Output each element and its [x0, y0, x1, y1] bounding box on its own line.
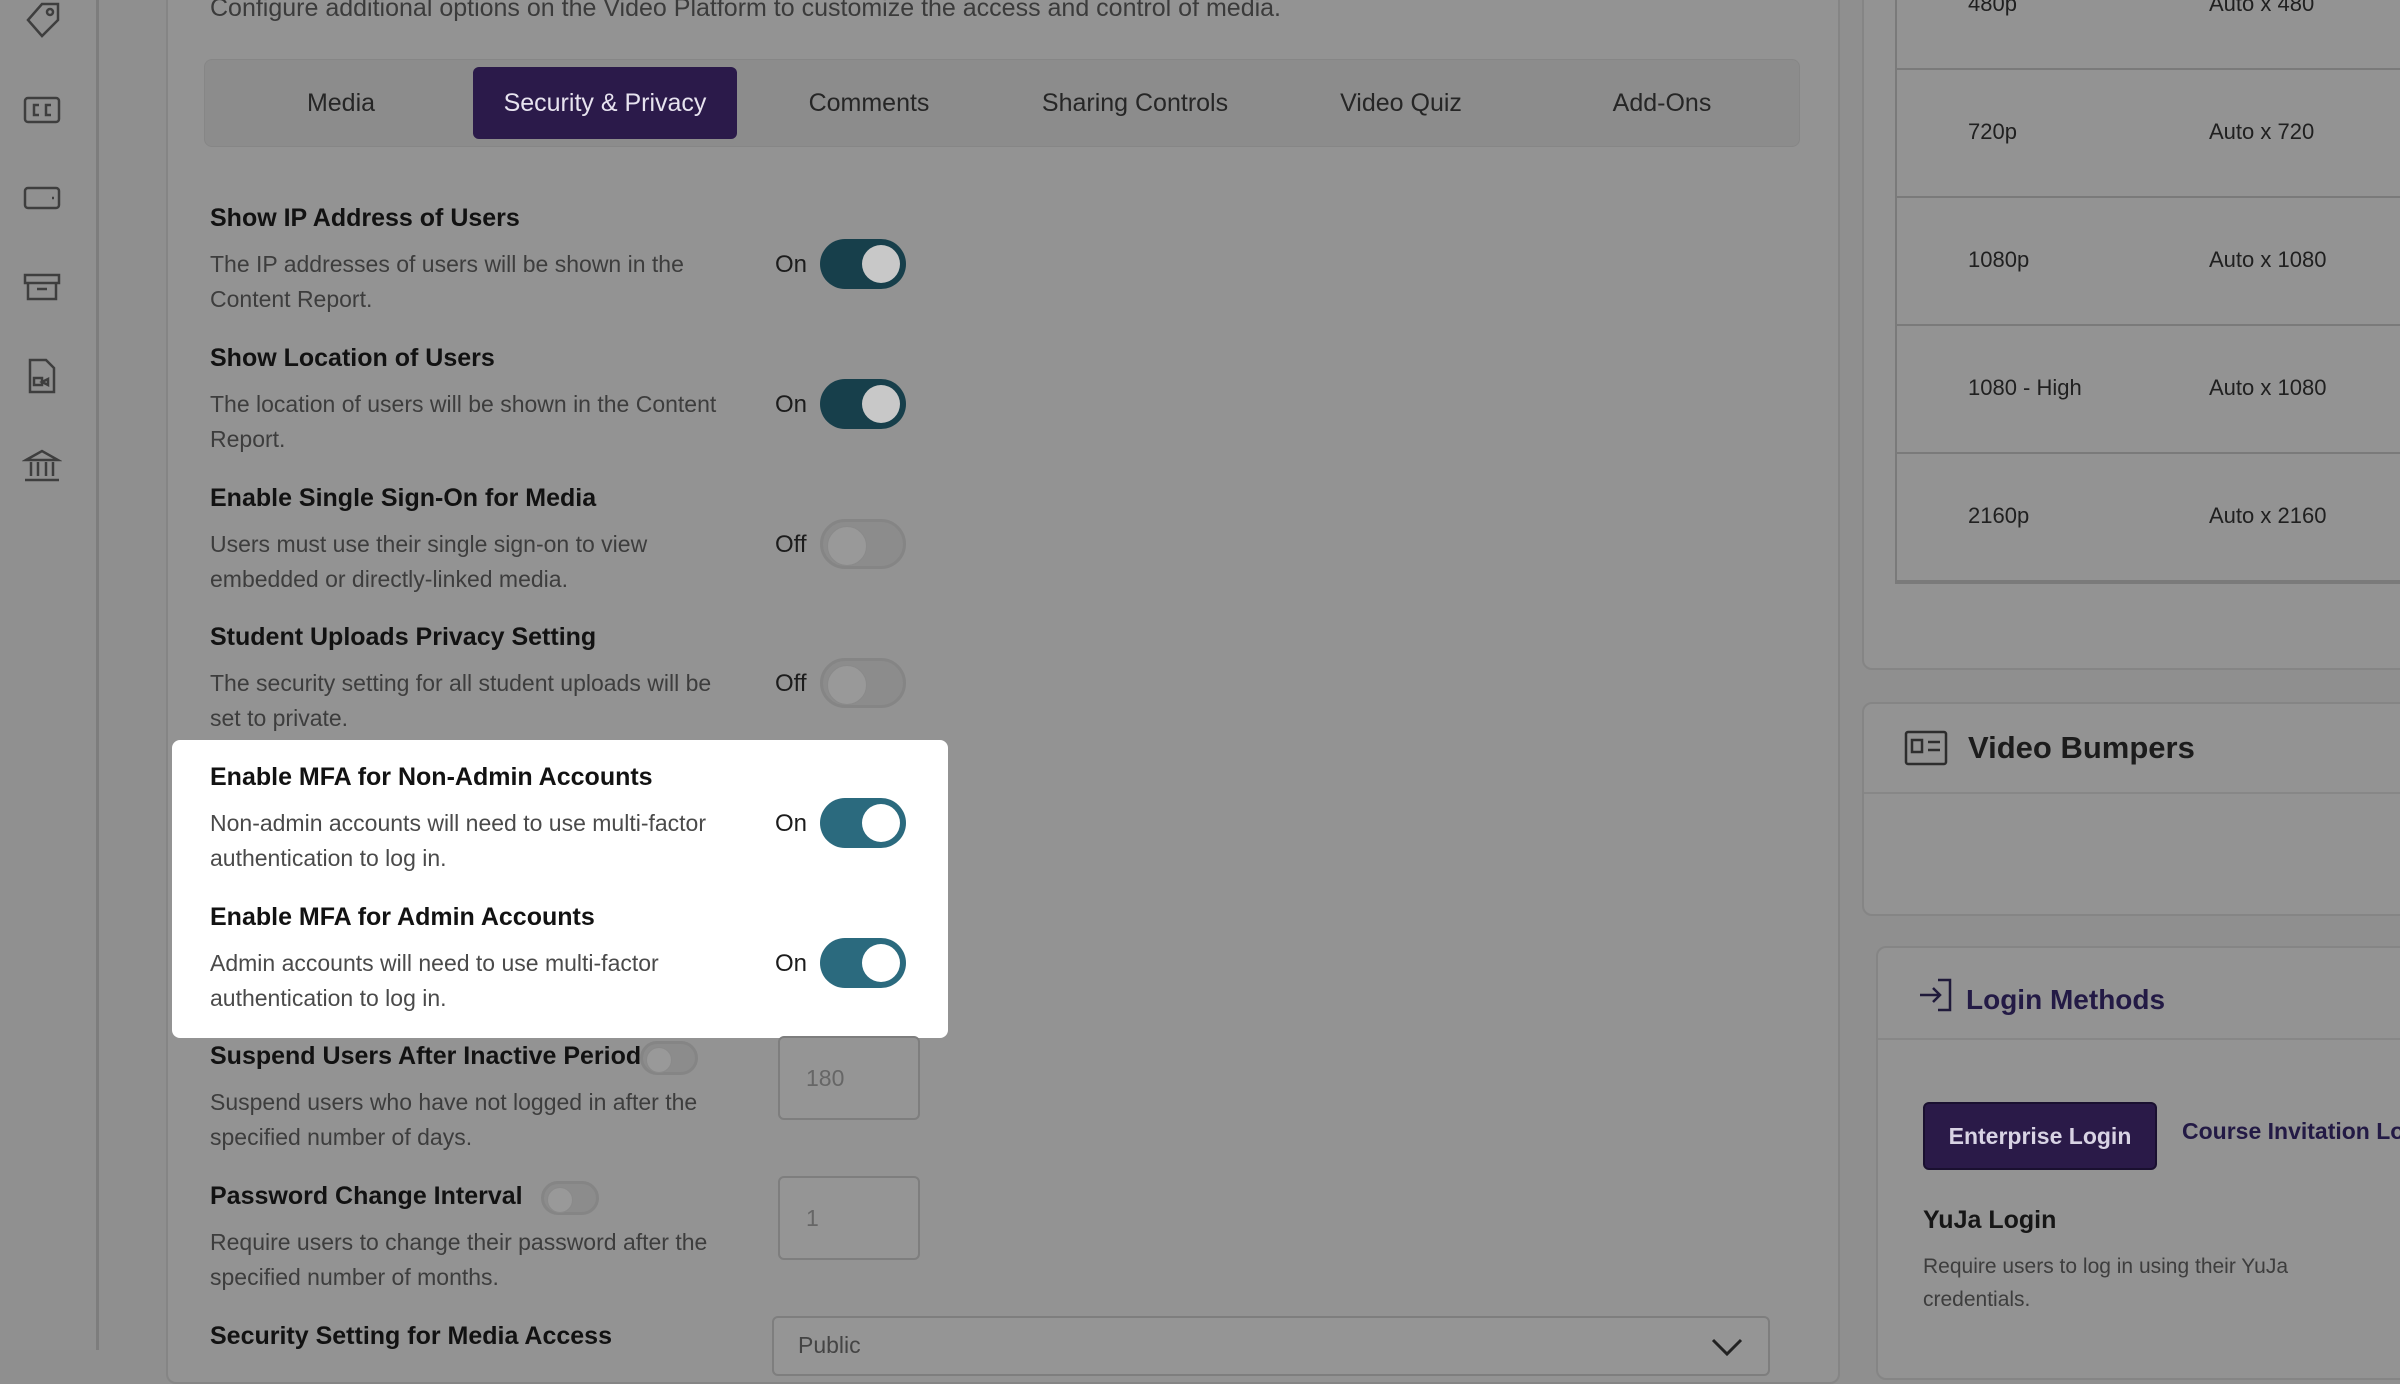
resolution-size: Auto x 1080	[2209, 247, 2327, 272]
setting-desc-mfa-non-admin: Non-admin accounts will need to use mult…	[210, 810, 707, 871]
setting-title-show-ip: Show IP Address of Users	[210, 204, 520, 232]
video-bumpers-card: Video Bumpers	[1862, 702, 2400, 916]
tab-sharing-controls[interactable]: Sharing Controls	[1001, 67, 1269, 139]
state-label-show-location: On	[775, 391, 808, 418]
login-methods-card: Login Methods Enterprise Login Course In…	[1876, 946, 2400, 1380]
state-label-mfa-non-admin: On	[775, 810, 808, 837]
login-methods-header: Login Methods	[1878, 948, 2400, 1040]
institution-icon[interactable]	[22, 446, 62, 486]
setting-desc-show-location: The location of users will be shown in t…	[210, 391, 717, 452]
table-row: 2160p Auto x 2160	[1896, 452, 2400, 582]
resolution-name: 1080p	[1968, 247, 2030, 272]
archive-icon[interactable]	[22, 267, 62, 307]
setting-desc-show-ip: The IP addresses of users will be shown …	[210, 251, 684, 312]
toggle-knob	[827, 526, 867, 566]
setting-desc-student-uploads: The security setting for all student upl…	[210, 670, 712, 731]
password-months-input[interactable]: 1	[778, 1176, 920, 1260]
table-row: 1080p Auto x 1080	[1896, 196, 2400, 326]
resolution-size: Auto x 720	[2209, 119, 2315, 144]
left-icon-rail	[0, 0, 99, 1350]
setting-title-sso: Enable Single Sign-On for Media	[210, 484, 597, 512]
toggle-mfa-admin[interactable]	[820, 938, 906, 988]
tab-media[interactable]: Media	[213, 67, 469, 139]
table-row: 480p Auto x 480	[1896, 0, 2400, 70]
setting-title-show-location: Show Location of Users	[210, 344, 495, 372]
toggle-knob	[646, 1047, 672, 1073]
setting-title-student-uploads: Student Uploads Privacy Setting	[210, 623, 597, 651]
toggle-suspend-users[interactable]	[640, 1041, 698, 1075]
toggle-show-location[interactable]	[820, 379, 906, 429]
setting-desc-password-interval: Require users to change their password a…	[210, 1229, 708, 1290]
document-icon[interactable]	[22, 356, 62, 396]
toggle-knob	[862, 804, 900, 842]
setting-title-mfa-admin: Enable MFA for Admin Accounts	[210, 903, 595, 931]
setting-title-media-access: Security Setting for Media Access	[210, 1322, 612, 1350]
toggle-knob	[547, 1187, 573, 1213]
resolution-name: 480p	[1968, 0, 2017, 16]
setting-desc-suspend-users: Suspend users who have not logged in aft…	[210, 1089, 698, 1150]
id-card-icon	[1904, 728, 1948, 768]
setting-desc-sso: Users must use their single sign-on to v…	[210, 531, 648, 592]
resolution-name: 2160p	[1968, 503, 2030, 528]
resolution-size: Auto x 480	[2209, 0, 2315, 16]
chevron-down-icon	[1711, 1338, 1743, 1357]
tab-comments[interactable]: Comments	[741, 67, 997, 139]
course-invitation-login-tab[interactable]: Course Invitation Lo	[2182, 1118, 2400, 1145]
tag-icon[interactable]	[22, 0, 62, 40]
suspend-days-input[interactable]: 180	[778, 1036, 920, 1120]
tab-security-privacy[interactable]: Security & Privacy	[473, 67, 737, 139]
toggle-mfa-non-admin[interactable]	[820, 798, 906, 848]
yuja-login-title: YuJa Login	[1923, 1206, 2057, 1234]
setting-title-mfa-non-admin: Enable MFA for Non-Admin Accounts	[210, 763, 653, 791]
toggle-knob	[827, 665, 867, 705]
toggle-password-interval[interactable]	[541, 1181, 599, 1215]
video-bumpers-header: Video Bumpers	[1864, 704, 2400, 794]
yuja-login-desc: Require users to log in using their YuJa…	[1923, 1255, 2288, 1311]
resolution-size: Auto x 2160	[2209, 503, 2327, 528]
toggle-sso[interactable]	[820, 519, 906, 569]
resolution-name: 720p	[1968, 119, 2017, 144]
login-methods-title: Login Methods	[1966, 984, 2166, 1015]
video-bumpers-title: Video Bumpers	[1968, 730, 2195, 765]
setting-desc-mfa-admin: Admin accounts will need to use multi-fa…	[210, 950, 659, 1011]
closed-caption-icon[interactable]	[22, 90, 62, 130]
login-icon	[1916, 976, 1954, 1014]
setting-title-password-interval: Password Change Interval	[210, 1182, 523, 1210]
table-row: 720p Auto x 720	[1896, 68, 2400, 198]
resolution-name: 1080 - High	[1968, 375, 2082, 400]
settings-tabs: Media Security & Privacy Comments Sharin…	[204, 59, 1800, 147]
toggle-knob	[862, 944, 900, 982]
tab-add-ons[interactable]: Add-Ons	[1533, 67, 1791, 139]
toggle-knob	[862, 385, 900, 423]
tablet-icon[interactable]	[22, 178, 62, 218]
table-row: 1080 - High Auto x 1080	[1896, 324, 2400, 454]
resolution-size: Auto x 1080	[2209, 375, 2327, 400]
toggle-show-ip[interactable]	[820, 239, 906, 289]
enterprise-login-tab[interactable]: Enterprise Login	[1923, 1102, 2157, 1170]
page-subtitle: Configure additional options on the Vide…	[210, 0, 1281, 22]
state-label-student-uploads: Off	[775, 670, 807, 697]
toggle-student-uploads[interactable]	[820, 658, 906, 708]
state-label-show-ip: On	[775, 251, 808, 278]
toggle-knob	[862, 245, 900, 283]
setting-title-suspend-users: Suspend Users After Inactive Period	[210, 1042, 642, 1070]
media-access-value: Public	[798, 1332, 861, 1358]
state-label-sso: Off	[775, 531, 807, 558]
media-access-select[interactable]: Public	[772, 1316, 1770, 1376]
state-label-mfa-admin: On	[775, 950, 808, 977]
tab-video-quiz[interactable]: Video Quiz	[1273, 67, 1529, 139]
